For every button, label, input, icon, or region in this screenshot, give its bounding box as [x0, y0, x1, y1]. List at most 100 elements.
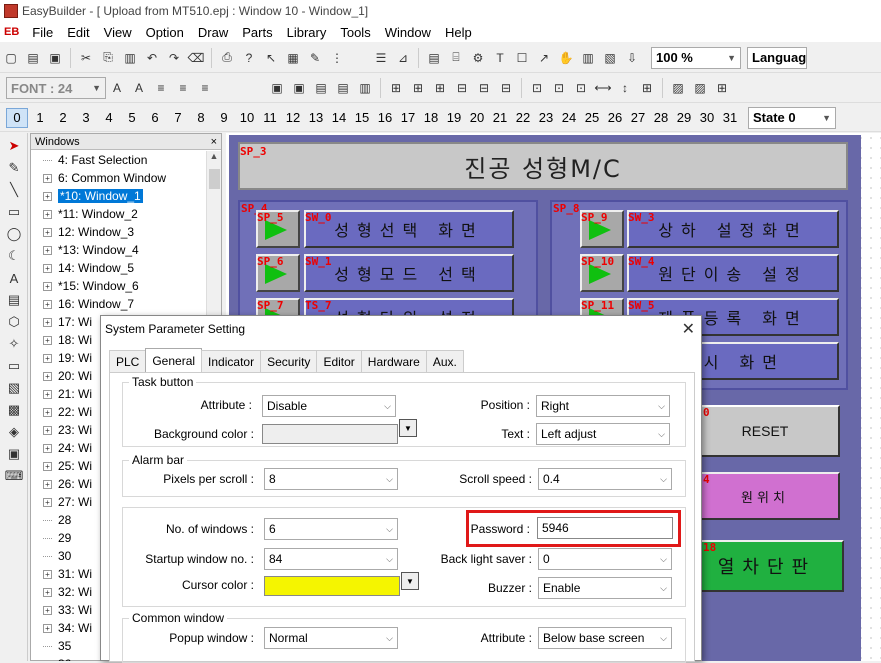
window-number-22[interactable]: 22 [512, 108, 534, 128]
window-number-19[interactable]: 19 [443, 108, 465, 128]
tab-indicator[interactable]: Indicator [201, 350, 262, 372]
window-number-18[interactable]: 18 [420, 108, 442, 128]
window-number-15[interactable]: 15 [351, 108, 373, 128]
select-arrow-icon[interactable]: ➤ [5, 137, 23, 155]
tree-item[interactable]: +12: Window_3 [31, 223, 207, 241]
align-v-icon[interactable]: ⊟ [476, 80, 492, 96]
tree-item[interactable]: +16: Window_7 [31, 295, 207, 313]
help-icon[interactable]: ? [241, 50, 257, 66]
align-h-icon[interactable]: ⊟ [454, 80, 470, 96]
window-number-20[interactable]: 20 [466, 108, 488, 128]
context-help-icon[interactable]: ↖ [263, 50, 279, 66]
background-color-swatch[interactable] [262, 424, 398, 444]
tab-editor[interactable]: Editor [316, 350, 362, 372]
grid-icon[interactable]: ⋮ [329, 50, 345, 66]
cut-icon[interactable]: ✂ [78, 50, 94, 66]
window-number-27[interactable]: 27 [627, 108, 649, 128]
menu-library[interactable]: Library [280, 25, 334, 40]
rectangle-icon[interactable]: ▭ [5, 203, 23, 221]
redo-icon[interactable]: ↷ [166, 50, 182, 66]
keyboard-icon[interactable]: ⌨ [5, 467, 24, 485]
circle-icon[interactable]: ◯ [5, 225, 23, 243]
tab-plc[interactable]: PLC [109, 350, 147, 372]
download-icon[interactable]: ⇩ [624, 50, 640, 66]
screen-button[interactable]: 성형모드 선택 [304, 254, 514, 292]
menu-draw[interactable]: Draw [191, 25, 235, 40]
tool-icon[interactable]: ↗ [536, 50, 552, 66]
expand-icon[interactable]: + [43, 299, 52, 309]
flip-icon[interactable]: ▨ [692, 80, 708, 96]
text-align-select[interactable]: Left adjust ⌵ [536, 423, 670, 445]
window-number-16[interactable]: 16 [374, 108, 396, 128]
menu-parts[interactable]: Parts [235, 25, 279, 40]
screen-button[interactable]: 상하 설정화면 [627, 210, 839, 248]
scroll-speed-select[interactable]: 0.4 ⌵ [538, 468, 672, 490]
group-icon[interactable]: ▣ [269, 80, 285, 96]
expand-icon[interactable]: + [43, 443, 52, 453]
align-icon[interactable]: ᅟ [351, 50, 367, 66]
copy-icon[interactable]: ⎘ [100, 50, 116, 66]
expand-icon[interactable]: + [43, 461, 52, 471]
tree-item[interactable]: + *13: Window_4 [31, 241, 207, 259]
window-number-7[interactable]: 7 [167, 108, 189, 128]
expand-icon[interactable]: + [43, 227, 52, 237]
window-number-2[interactable]: 2 [52, 108, 74, 128]
scroll-thumb[interactable] [209, 169, 220, 189]
bitmap-icon[interactable]: ▧ [5, 379, 23, 397]
expand-icon[interactable]: + [43, 263, 52, 273]
back-light-saver-select[interactable]: 0 ⌵ [538, 548, 672, 570]
home-button[interactable]: 원위치 [690, 472, 840, 520]
expand-icon[interactable]: + [43, 173, 52, 183]
buzzer-select[interactable]: Enable ⌵ [538, 577, 672, 599]
align-bottom-icon[interactable]: ⊞ [432, 80, 448, 96]
window-number-14[interactable]: 14 [328, 108, 350, 128]
expand-icon[interactable]: + [43, 425, 52, 435]
layer-up-icon[interactable]: ▤ [313, 80, 329, 96]
screen-button[interactable]: 성형선택 화면 [304, 210, 514, 248]
distribute-v-icon[interactable]: ↕ [617, 80, 633, 96]
window-number-1[interactable]: 1 [29, 108, 51, 128]
tree-item[interactable]: 4: Fast Selection [31, 151, 207, 169]
align-right-icon[interactable]: ≡ [197, 80, 213, 96]
startup-window-select[interactable]: 84 ⌵ [264, 548, 398, 570]
tree-item[interactable]: + *10: Window_1 [31, 187, 207, 205]
align-middle-icon[interactable]: ⊞ [410, 80, 426, 96]
tree-item[interactable]: + *15: Window_6 [31, 277, 207, 295]
chevron-down-icon[interactable]: ▼ [401, 572, 419, 590]
window-number-12[interactable]: 12 [282, 108, 304, 128]
polygon-icon[interactable]: ⬡ [5, 313, 23, 331]
tag-icon[interactable]: T [492, 50, 508, 66]
expand-icon[interactable]: + [43, 281, 52, 291]
undo-icon[interactable]: ↶ [144, 50, 160, 66]
same-width-icon[interactable]: ⊡ [529, 80, 545, 96]
delete-icon[interactable]: ⌫ [188, 50, 205, 66]
window-number-31[interactable]: 31 [719, 108, 741, 128]
window-number-13[interactable]: 13 [305, 108, 327, 128]
expand-icon[interactable]: + [43, 479, 52, 489]
window-number-23[interactable]: 23 [535, 108, 557, 128]
group-tool-icon[interactable]: ▣ [5, 445, 23, 463]
menu-view[interactable]: View [97, 25, 139, 40]
nudge-icon[interactable]: ⊞ [714, 80, 730, 96]
menu-option[interactable]: Option [139, 25, 191, 40]
menu-tools[interactable]: Tools [333, 25, 377, 40]
align-center-icon[interactable]: ≡ [175, 80, 191, 96]
screen-button[interactable]: 원단이송 설정 [627, 254, 839, 292]
same-height-icon[interactable]: ⊡ [551, 80, 567, 96]
window-number-24[interactable]: 24 [558, 108, 580, 128]
object-list-icon[interactable]: ▤ [426, 50, 442, 66]
window-number-26[interactable]: 26 [604, 108, 626, 128]
expand-icon[interactable]: + [43, 245, 52, 255]
hand-icon[interactable]: ✋ [558, 50, 574, 66]
cursor-color-swatch[interactable] [264, 576, 400, 596]
window-number-8[interactable]: 8 [190, 108, 212, 128]
layer-down-icon[interactable]: ▤ [335, 80, 351, 96]
tree-item[interactable]: +14: Window_5 [31, 259, 207, 277]
window-number-6[interactable]: 6 [144, 108, 166, 128]
ungroup-icon[interactable]: ▣ [291, 80, 307, 96]
tree-item[interactable]: + *11: Window_2 [31, 205, 207, 223]
open-folder-icon[interactable]: ▤ [25, 50, 41, 66]
book-icon[interactable]: ▧ [602, 50, 618, 66]
window-number-25[interactable]: 25 [581, 108, 603, 128]
common-attribute-select[interactable]: Below base screen ⌵ [538, 627, 672, 649]
